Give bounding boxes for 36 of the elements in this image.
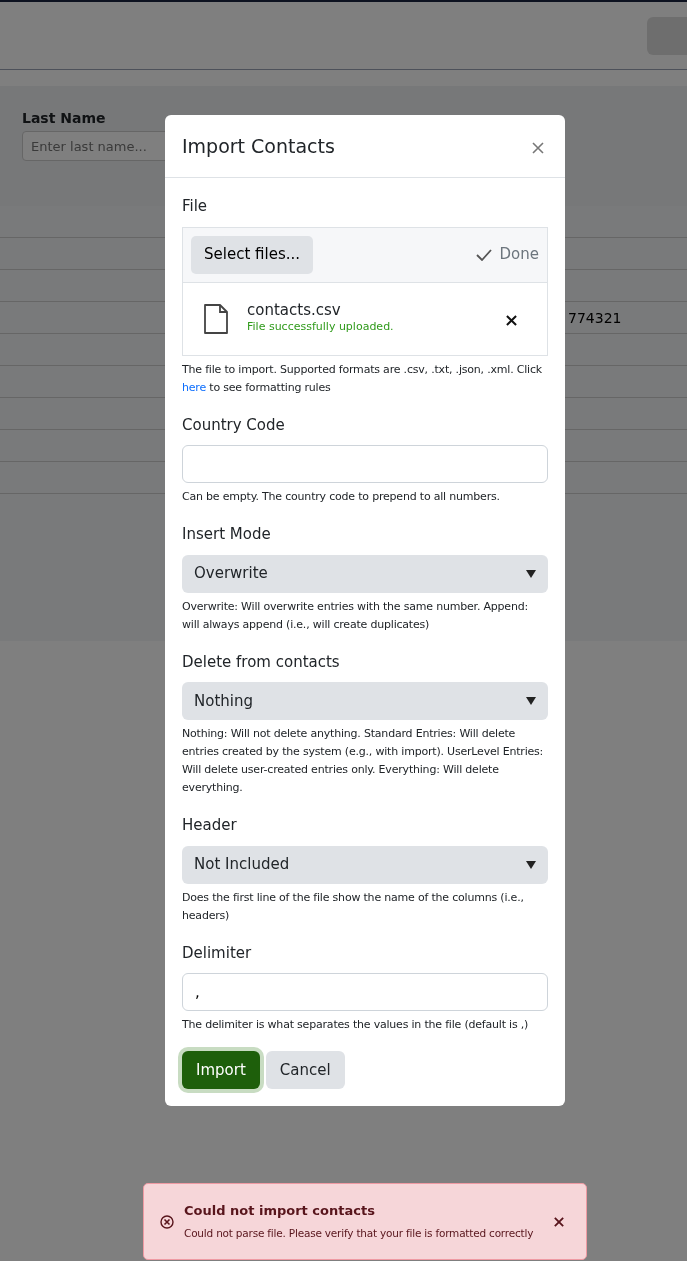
close-icon: [554, 1216, 564, 1227]
help-text: Overwrite: Will overwrite entries with the same number. Append: will always append (i.e., will create duplicates): [182, 598, 529, 633]
help-text: The delimiter is what separates the values in the file (default is ,): [182, 1017, 530, 1033]
file-name: contacts.csv: [247, 301, 342, 320]
select-field[interactable]: Not Included: [182, 845, 548, 884]
toast-message: Could not parse file. Please verify that your file is formatted correctly: [184, 1226, 534, 1242]
help-text: The file to import. Supported formats are .csv, .txt, .json, .xml. Click here to see formatting rules: [182, 361, 543, 396]
caret-icon: [526, 860, 536, 869]
error-icon: [160, 1214, 174, 1229]
upload-message: File successfully uploaded.: [247, 319, 394, 336]
file-icon: [203, 303, 229, 334]
field-label: Header: [182, 815, 238, 836]
field-label: Country Code: [182, 414, 286, 436]
toast-title: Could not import contacts: [184, 1201, 376, 1220]
field-label: Last Name: [22, 109, 107, 128]
select-field[interactable]: Nothing: [182, 682, 548, 720]
field-label: File: [182, 196, 209, 217]
select-field[interactable]: Overwrite: [182, 554, 548, 593]
help-text: Nothing: Will not delete anything. Standard Entries: Will delete entries created by the system (e.g., with import). UserLevel Entries: Will delete user-created entries only. Everything: Will delete everything.: [182, 726, 545, 796]
select-files-button[interactable]: Select files...: [191, 235, 313, 274]
field-label: Delimiter: [182, 942, 253, 964]
caret-icon: [526, 697, 536, 705]
text-field[interactable]: [182, 445, 548, 483]
close-icon: [506, 314, 517, 326]
cancel-button[interactable]: Cancel: [265, 1051, 345, 1089]
field-label: Insert Mode: [182, 524, 272, 545]
help-link[interactable]: here: [182, 380, 206, 394]
close-icon: [532, 141, 544, 154]
caret-icon: [526, 569, 536, 578]
check-icon: [475, 248, 492, 261]
field-label: Delete from contacts: [182, 651, 341, 673]
table-cell-text: 774321: [568, 309, 622, 328]
help-text: Does the first line of the file show the name of the columns (i.e., headers): [182, 889, 525, 924]
text-field[interactable]: ,: [182, 973, 548, 1011]
help-text: Can be empty. The country code to prepend to all numbers.: [182, 489, 501, 505]
upload-status: Done: [499, 244, 539, 266]
